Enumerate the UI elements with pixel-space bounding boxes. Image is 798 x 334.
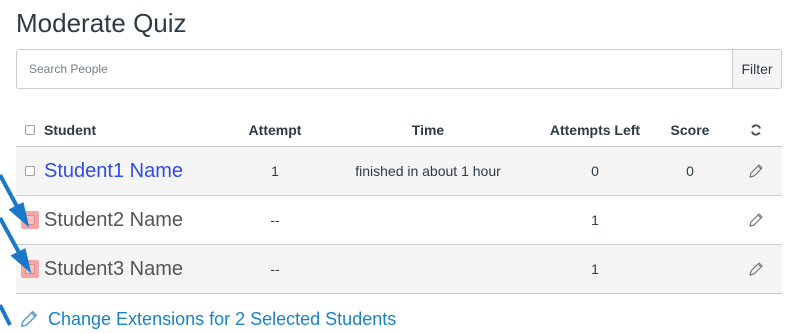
table-header: Student Attempt Time Attempts Left Score <box>16 113 782 147</box>
pencil-icon[interactable] <box>747 211 765 229</box>
annotation-arrow <box>0 304 12 326</box>
attempt-cell: -- <box>270 212 280 228</box>
attempts-left-cell: 1 <box>591 212 599 228</box>
search-bar: Filter <box>16 49 782 89</box>
student-name: Student2 Name <box>44 208 183 231</box>
select-all-checkbox[interactable] <box>25 124 35 135</box>
attempts-left-cell: 0 <box>591 163 599 179</box>
table-row: Student3 Name -- 1 <box>16 245 782 294</box>
attempt-cell: -- <box>270 261 280 277</box>
column-header-student: Student <box>44 121 97 138</box>
filter-button[interactable]: Filter <box>732 49 782 89</box>
row-checkbox[interactable] <box>25 264 35 274</box>
time-cell: finished in about 1 hour <box>355 163 501 179</box>
score-cell: 0 <box>686 163 694 179</box>
student-name-link[interactable]: Student1 Name <box>44 160 183 182</box>
search-input[interactable] <box>16 49 732 89</box>
column-header-time: Time <box>411 121 445 138</box>
students-table: Student Attempt Time Attempts Left Score… <box>16 113 782 294</box>
attempts-left-cell: 1 <box>591 261 599 277</box>
pencil-icon[interactable] <box>747 162 765 180</box>
attempt-cell: 1 <box>271 163 279 179</box>
table-row: Student1 Name 1 finished in about 1 hour… <box>16 147 782 196</box>
column-header-score: Score <box>670 121 710 138</box>
column-header-attempt: Attempt <box>248 121 302 138</box>
row-checkbox[interactable] <box>25 166 35 176</box>
page-title: Moderate Quiz <box>16 8 187 38</box>
row-checkbox[interactable] <box>25 215 35 225</box>
column-header-attempts-left: Attempts Left <box>549 121 641 138</box>
refresh-icon[interactable] <box>750 123 762 136</box>
pencil-icon <box>18 308 40 330</box>
student-name: Student3 Name <box>44 257 183 280</box>
change-extensions-button[interactable]: Change Extensions for 2 Selected Student… <box>18 308 396 330</box>
table-row: Student2 Name -- 1 <box>16 196 782 245</box>
change-extensions-label: Change Extensions for 2 Selected Student… <box>48 308 397 329</box>
pencil-icon[interactable] <box>747 260 765 278</box>
